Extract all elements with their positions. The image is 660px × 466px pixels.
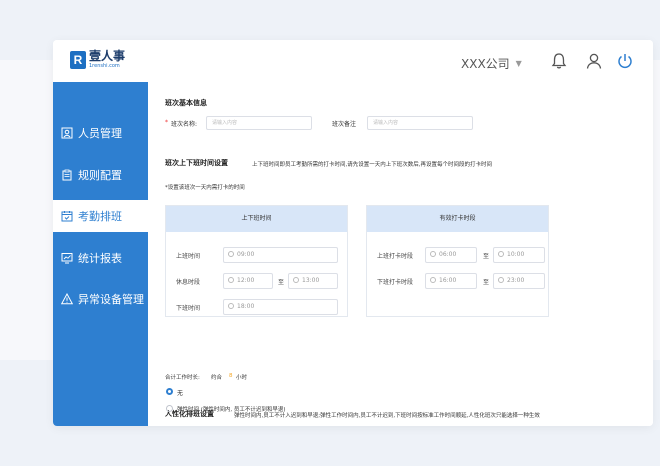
radio-option-none[interactable] <box>166 388 173 395</box>
sidebar-item-label: 异常设备管理 <box>78 293 144 306</box>
user-icon[interactable] <box>585 52 603 70</box>
sidebar-item-label: 人员管理 <box>78 127 122 140</box>
bell-icon[interactable] <box>550 52 568 70</box>
shift-name-label: 班次名称: <box>171 121 198 128</box>
top-header: R 壹人事 1renshi.com XXX公司 ▼ <box>53 40 653 82</box>
on-punch-label: 上班打卡时段 <box>377 253 414 260</box>
section-title-time: 班次上下班时间设置 <box>165 159 228 167</box>
sidebar: 人员管理 规则配置 考勤排班 统计报表 异常设备管理 <box>53 82 148 426</box>
warning-icon <box>61 293 73 305</box>
power-icon[interactable] <box>616 52 634 70</box>
logo: R 壹人事 1renshi.com <box>70 50 125 69</box>
sidebar-item-abnormal-devices[interactable]: 异常设备管理 <box>53 283 148 315</box>
required-mark: * <box>165 119 168 126</box>
off-punch-to-label: 至 <box>483 279 490 286</box>
shift-note-label: 班次备注 <box>332 121 357 128</box>
work-time-panel: 上下班时间 上班时间 09:00 休息时段 12:00 至 13:00 下班时间… <box>165 205 348 317</box>
caret-down-icon: ▼ <box>515 59 522 68</box>
logo-domain: 1renshi.com <box>89 63 120 69</box>
rest-period-label: 休息时段 <box>176 279 201 286</box>
clock-icon <box>498 277 504 283</box>
off-punch-end-input[interactable]: 23:00 <box>493 273 545 289</box>
panel-header: 有效打卡时段 <box>367 206 548 232</box>
main-content: 班次基本信息 * 班次名称: 请输入内容 班次备注 请输入内容 班次上下班时间设… <box>148 82 653 426</box>
logo-name: 壹人事 <box>89 49 126 63</box>
panel-header: 上下班时间 <box>166 206 347 232</box>
sidebar-item-personnel[interactable]: 人员管理 <box>53 117 148 149</box>
total-hours-prefix: 约合 <box>211 375 223 381</box>
on-duty-label: 上班时间 <box>176 253 201 260</box>
time-settings-desc: 上下班时间即员工考勤所需的打卡时间,请先设置一天内上下班次数后,再设置每个时间段… <box>252 162 492 168</box>
sidebar-item-label: 规则配置 <box>78 169 122 182</box>
shift-name-input[interactable]: 请输入内容 <box>206 116 312 130</box>
radio-option-flex-label: 弹性时间 (弹性时间内, 员工不计迟到和早退) <box>177 407 286 413</box>
sidebar-item-reports[interactable]: 统计报表 <box>53 242 148 274</box>
shift-note-input[interactable]: 请输入内容 <box>367 116 473 130</box>
section-title-basic: 班次基本信息 <box>165 99 207 107</box>
clock-icon <box>293 277 299 283</box>
radio-option-none-label: 无 <box>177 390 184 397</box>
clock-icon <box>430 277 436 283</box>
total-hours-unit: 小时 <box>236 375 248 381</box>
sidebar-item-attendance[interactable]: 考勤排班 <box>53 200 148 232</box>
rest-end-time-input[interactable]: 13:00 <box>288 273 338 289</box>
off-duty-time-input[interactable]: 18:00 <box>223 299 338 315</box>
sidebar-item-rules[interactable]: 规则配置 <box>53 159 148 191</box>
clipboard-icon <box>62 169 72 181</box>
clock-icon <box>228 251 234 257</box>
company-name: XXX公司 <box>461 57 510 71</box>
sidebar-item-label: 考勤排班 <box>78 210 122 223</box>
chart-icon <box>61 253 73 264</box>
person-card-icon <box>61 127 73 139</box>
on-punch-to-label: 至 <box>483 253 490 260</box>
clock-icon <box>228 277 234 283</box>
sidebar-item-label: 统计报表 <box>78 252 122 265</box>
clock-icon <box>228 303 234 309</box>
rest-start-time-input[interactable]: 12:00 <box>223 273 273 289</box>
off-punch-label: 下班打卡时段 <box>377 279 414 286</box>
off-duty-label: 下班时间 <box>176 305 201 312</box>
on-punch-start-input[interactable]: 06:00 <box>425 247 477 263</box>
radio-option-flex[interactable] <box>166 405 173 412</box>
total-hours-value: 8 <box>229 373 233 379</box>
on-duty-time-input[interactable]: 09:00 <box>223 247 338 263</box>
time-settings-hint: *设置该班次一天内需打卡的时间 <box>165 185 245 191</box>
calendar-icon <box>61 211 73 222</box>
total-hours-label: 合计工作时长: <box>165 375 200 381</box>
valid-punch-panel: 有效打卡时段 上班打卡时段 06:00 至 10:00 下班打卡时段 16:00… <box>366 205 549 317</box>
app-window: R 壹人事 1renshi.com XXX公司 ▼ 人员管理 规则配置 考勤排班… <box>53 40 653 426</box>
company-selector[interactable]: XXX公司 ▼ <box>461 55 522 72</box>
logo-mark: R <box>70 50 86 69</box>
clock-icon <box>430 251 436 257</box>
rest-to-label: 至 <box>278 279 285 286</box>
on-punch-end-input[interactable]: 10:00 <box>493 247 545 263</box>
off-punch-start-input[interactable]: 16:00 <box>425 273 477 289</box>
clock-icon <box>498 251 504 257</box>
